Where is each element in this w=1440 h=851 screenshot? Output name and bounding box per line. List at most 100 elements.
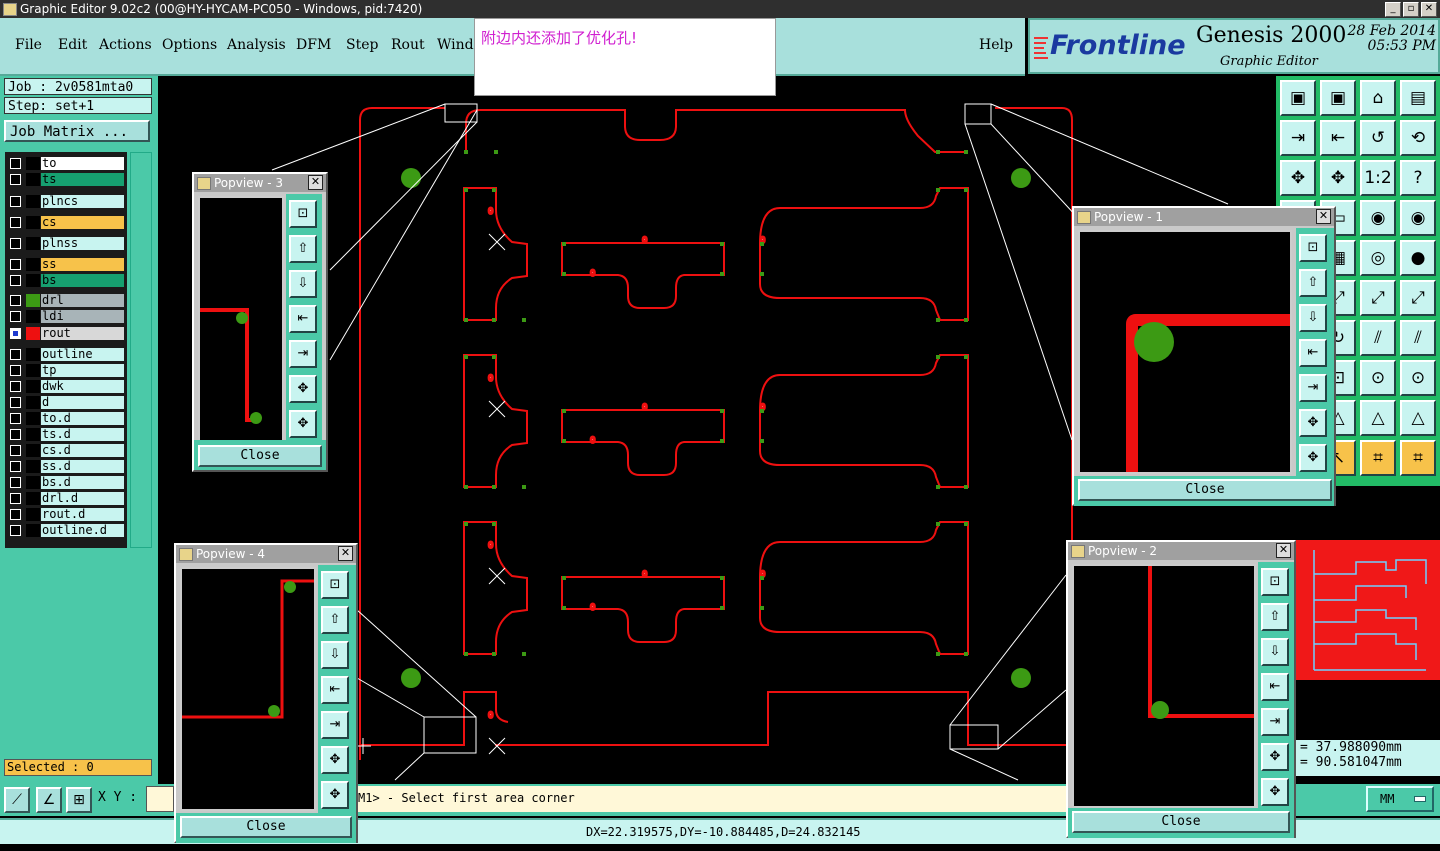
zoom-fit-icon[interactable]: ⊡ [1299,234,1327,262]
layer-row-drl-d[interactable]: drl.d [5,492,127,505]
popview-view[interactable] [1078,230,1292,474]
layer-row-outline[interactable]: outline [5,348,127,361]
pan-right-icon[interactable]: ⇥ [1299,374,1327,402]
layer-checkbox[interactable] [10,397,21,408]
pan-down-icon[interactable]: ⇩ [289,270,317,298]
pan-tool-icon[interactable]: 1:2 [1360,160,1396,196]
layer-row-rout[interactable]: rout [5,327,127,340]
zoom-tool-icon[interactable]: ⇤ [1320,120,1356,156]
zoom-tool-icon[interactable]: ↺ [1360,120,1396,156]
layer-checkbox[interactable] [10,196,21,207]
pan-up-icon[interactable]: ⇧ [1261,603,1289,631]
layer-row-cs[interactable]: cs [5,216,127,229]
pan-tool-icon[interactable]: ? [1400,160,1436,196]
layer-checkbox[interactable] [10,477,21,488]
layer-checkbox[interactable] [10,311,21,322]
close-icon[interactable]: ✕ [308,175,323,190]
layer-row-to-d[interactable]: to.d [5,412,127,425]
close-icon[interactable]: ✕ [338,546,353,561]
layer-row-d[interactable]: d [5,396,127,409]
layer-checkbox[interactable] [10,525,21,536]
layer-checkbox[interactable] [10,158,21,169]
pan-right-icon[interactable]: ⇥ [1261,708,1289,736]
popview-view[interactable] [198,196,284,442]
layer-checkbox[interactable] [10,174,21,185]
pan-down-icon[interactable]: ⇩ [321,641,349,669]
layer-checkbox[interactable] [10,509,21,520]
popview-close-button[interactable]: Close [1078,479,1332,501]
layer-row-to[interactable]: to [5,157,127,170]
grid-tool-button[interactable]: ⊞ [66,787,92,813]
cursor-tool-icon[interactable]: ⌗ [1360,440,1396,476]
zoom-out-icon[interactable]: ✥ [289,410,317,438]
menu-rout[interactable]: Rout [391,37,425,53]
layer-row-outline-d[interactable]: outline.d [5,524,127,537]
pan-left-icon[interactable]: ⇤ [289,305,317,333]
layer-row-rout-d[interactable]: rout.d [5,508,127,521]
home-tool-icon[interactable]: ▣ [1280,80,1316,116]
popview-close-button[interactable]: Close [198,445,322,467]
pan-left-icon[interactable]: ⇤ [1261,673,1289,701]
layer-row-bs[interactable]: bs [5,274,127,287]
rotate-tool-icon[interactable]: ⫽ [1360,320,1396,356]
layer-checkbox[interactable] [10,445,21,456]
home-tool-icon[interactable]: ▣ [1320,80,1356,116]
zoom-out-icon[interactable]: ✥ [1261,778,1289,806]
pan-right-icon[interactable]: ⇥ [289,340,317,368]
pan-up-icon[interactable]: ⇧ [321,606,349,634]
layer-checkbox[interactable] [10,365,21,376]
menu-dfm[interactable]: DFM [296,37,331,53]
close-icon[interactable]: ✕ [1276,543,1291,558]
command-line[interactable]: M1> - Select first area corner [356,786,1066,812]
pan-right-icon[interactable]: ⇥ [321,711,349,739]
select-tool-icon[interactable]: ◉ [1360,200,1396,236]
minimize-button[interactable]: _ [1385,2,1401,17]
pan-left-icon[interactable]: ⇤ [1299,339,1327,367]
zoom-fit-icon[interactable]: ⊡ [289,200,317,228]
layer-row-ss-d[interactable]: ss.d [5,460,127,473]
zoom-fit-icon[interactable]: ⊡ [321,571,349,599]
layer-checkbox[interactable] [10,328,21,339]
menu-step[interactable]: Step [346,37,378,53]
layer-checkbox[interactable] [10,275,21,286]
restore-button[interactable]: ▫ [1403,2,1419,17]
zoom-in-icon[interactable]: ✥ [1261,743,1289,771]
layer-row-ts[interactable]: ts [5,173,127,186]
popview-view[interactable] [1072,564,1256,808]
home-tool-icon[interactable]: ⌂ [1360,80,1396,116]
select-tool-icon[interactable]: ◉ [1400,200,1436,236]
layer-checkbox[interactable] [10,238,21,249]
transform-tool-icon[interactable]: ⤢ [1400,280,1436,316]
layer-row-ts-d[interactable]: ts.d [5,428,127,441]
route-tool-icon[interactable]: △ [1400,400,1436,436]
layer-list-scrollbar[interactable] [130,152,152,548]
zoom-tool-icon[interactable]: ⟲ [1400,120,1436,156]
zoom-tool-icon[interactable]: ⇥ [1280,120,1316,156]
layer-checkbox[interactable] [10,259,21,270]
route-tool-icon[interactable]: △ [1360,400,1396,436]
layer-row-drl[interactable]: drl [5,294,127,307]
home-tool-icon[interactable]: ▤ [1400,80,1436,116]
layer-checkbox[interactable] [10,493,21,504]
layer-row-ss[interactable]: ss [5,258,127,271]
zoom-out-icon[interactable]: ✥ [321,781,349,809]
layer-row-bs-d[interactable]: bs.d [5,476,127,489]
zoom-in-icon[interactable]: ✥ [1299,409,1327,437]
xy-input[interactable] [146,786,174,812]
pan-left-icon[interactable]: ⇤ [321,676,349,704]
zoom-in-icon[interactable]: ✥ [289,375,317,403]
zoom-out-icon[interactable]: ✥ [1299,444,1327,472]
layer-checkbox[interactable] [10,461,21,472]
layer-row-dwk[interactable]: dwk [5,380,127,393]
layer-checkbox[interactable] [10,413,21,424]
layer-checkbox[interactable] [10,217,21,228]
layer-row-ldi[interactable]: ldi [5,310,127,323]
close-icon[interactable]: ✕ [1316,209,1331,224]
layer-checkbox[interactable] [10,295,21,306]
menu-edit[interactable]: Edit [58,37,87,53]
cursor-tool-icon[interactable]: ⌗ [1400,440,1436,476]
layer-row-plnss[interactable]: plnss [5,237,127,250]
pan-down-icon[interactable]: ⇩ [1299,304,1327,332]
menu-help[interactable]: Help [979,37,1013,53]
menu-options[interactable]: Options [162,37,217,53]
